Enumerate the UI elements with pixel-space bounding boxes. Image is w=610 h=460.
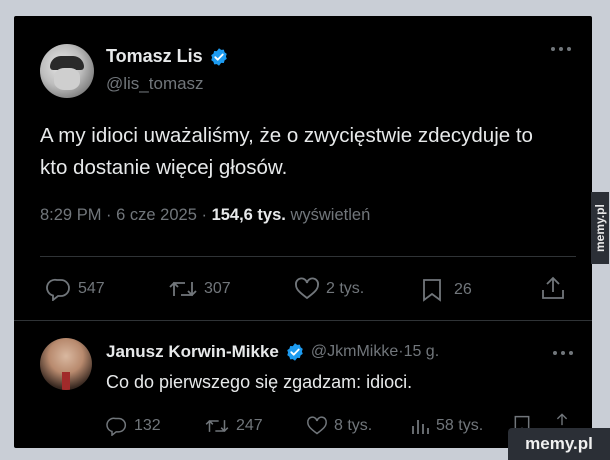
reply-reply-count: 132 [134,417,161,434]
reply-like-count: 8 tys. [334,417,373,434]
meta-separator: · [106,206,117,224]
reply-views-count: 58 tys. [436,417,484,434]
author-name-row: Tomasz Lis [106,46,229,67]
author-avatar[interactable] [40,44,94,98]
reply-retweet-button[interactable]: 247 [204,416,263,436]
verified-badge-icon [287,343,303,361]
reply-icon [46,278,70,301]
tweet-text: A my idioci uważaliśmy, że o zwycięstwie… [40,124,533,179]
tweet-meta: 8:29 PM · 6 cze 2025 · 154,6 tys. wyświe… [40,206,370,225]
more-icon[interactable] [550,46,572,52]
author-name[interactable]: Tomasz Lis [106,46,203,67]
reply-more-icon[interactable] [552,350,574,356]
meta-separator: · [201,206,212,224]
reply-like-button[interactable]: 8 tys. [306,416,372,436]
reply-author-name[interactable]: Janusz Korwin-Mikke [106,342,279,362]
reply-author-avatar[interactable] [40,338,92,390]
reply-age[interactable]: 15 g. [404,343,440,361]
reply-icon [106,417,127,436]
reply-retweet-count: 247 [236,417,263,434]
tweet-time[interactable]: 8:29 PM [40,206,101,224]
reply-text: Co do pierwszego się zgadzam: idioci. [106,372,413,392]
divider [40,256,576,257]
retweet-button[interactable]: 307 [168,277,231,301]
like-count: 2 tys. [326,280,365,297]
bookmark-button[interactable]: 26 [420,277,472,303]
reply-reply-button[interactable]: 132 [106,416,161,436]
heart-icon [295,277,319,300]
watermark-bottom: memy.pl [508,428,610,460]
reply-header: Janusz Korwin-Mikke @JkmMikke · 15 g. [106,342,439,362]
views-count: 154,6 tys. [211,206,286,224]
reply-count: 547 [78,280,105,297]
bookmark-count: 26 [454,281,472,298]
heart-icon [307,416,327,435]
analytics-icon [412,420,429,434]
like-button[interactable]: 2 tys. [294,277,364,301]
divider [14,320,592,321]
author-handle[interactable]: @lis_tomasz [106,74,204,94]
reply-button[interactable]: 547 [46,277,105,301]
avatar-bowtie [62,372,70,390]
share-button[interactable] [540,275,566,301]
watermark-side: memy.pl [591,192,609,264]
share-icon [542,276,564,299]
tweet-date[interactable]: 6 cze 2025 [116,206,197,224]
avatar-face [54,68,80,90]
reply-views-button[interactable]: 58 tys. [410,416,483,436]
reply-author-handle[interactable]: @JkmMikke [311,343,398,361]
retweet-icon [205,419,229,433]
bookmark-icon [423,279,441,302]
verified-badge-icon [210,47,227,66]
retweet-icon [169,281,197,297]
views-label: wyświetleń [290,206,371,224]
tweet-screenshot: Tomasz Lis @lis_tomasz A my idioci uważa… [14,16,592,448]
retweet-count: 307 [204,280,231,297]
